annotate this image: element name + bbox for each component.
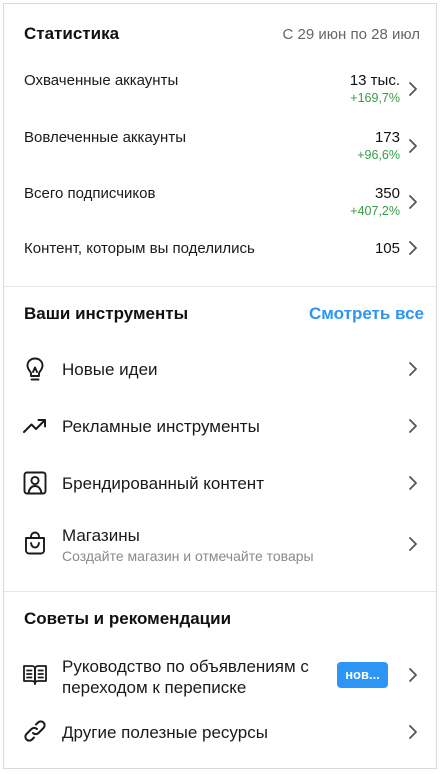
lightbulb-icon — [21, 355, 49, 383]
stat-value: 105 — [374, 240, 400, 257]
shopping-bag-icon — [21, 529, 49, 557]
stat-value: 13 тыс. — [349, 72, 400, 89]
tip-label-line2: переходом к переписке — [62, 678, 247, 697]
branded-content-icon — [21, 469, 49, 497]
chevron-right-icon — [404, 193, 422, 211]
tool-item-ad-tools[interactable]: Рекламные инструменты — [4, 404, 436, 448]
date-range: С 29 июн по 28 июл — [282, 26, 420, 43]
tip-item-other-resources[interactable]: Другие полезные ресурсы — [4, 710, 436, 754]
link-icon — [21, 717, 49, 745]
chevron-right-icon — [404, 535, 422, 553]
see-all-link[interactable]: Смотреть все — [309, 304, 424, 324]
stats-title: Статистика — [24, 24, 120, 43]
stat-row-reached-accounts[interactable]: Охваченные аккаунты 13 тыс. +169,7% — [4, 64, 436, 116]
tip-label-line1: Руководство по объявлениям с — [62, 657, 309, 676]
stat-label: Всего подписчиков — [24, 185, 156, 202]
stat-label: Вовлеченные аккаунты — [24, 129, 186, 146]
tool-sublabel: Создайте магазин и отмечайте товары — [62, 548, 314, 564]
new-badge: нов... — [337, 662, 388, 688]
chevron-right-icon — [404, 474, 422, 492]
stat-value: 173 — [374, 129, 400, 146]
stat-row-content-shared[interactable]: Контент, которым вы поделились 105 — [4, 232, 436, 272]
tool-item-new-ideas[interactable]: Новые идеи — [4, 347, 436, 391]
chevron-right-icon — [404, 723, 422, 741]
chevron-right-icon — [404, 417, 422, 435]
divider — [4, 591, 436, 592]
stat-delta: +169,7% — [350, 91, 400, 105]
tool-item-branded-content[interactable]: Брендированный контент — [4, 461, 436, 505]
chevron-right-icon — [404, 137, 422, 155]
tips-title: Советы и рекомендации — [24, 609, 232, 628]
stat-row-engaged-accounts[interactable]: Вовлеченные аккаунты 173 +96,6% — [4, 121, 436, 173]
stat-label: Охваченные аккаунты — [24, 72, 179, 89]
tip-item-ads-guide[interactable]: Руководство по объявлениям с переходом к… — [4, 648, 436, 700]
chevron-right-icon — [404, 666, 422, 684]
tools-title: Ваши инструменты — [24, 304, 189, 323]
chevron-right-icon — [404, 360, 422, 378]
stat-delta: +407,2% — [350, 204, 400, 218]
tool-label: Новые идеи — [62, 360, 158, 379]
trending-up-icon — [21, 412, 49, 440]
tool-label: Рекламные инструменты — [62, 417, 260, 436]
tool-label: Брендированный контент — [62, 474, 264, 493]
chevron-right-icon — [404, 80, 422, 98]
stat-value: 350 — [374, 185, 400, 202]
stat-label: Контент, которым вы поделились — [24, 240, 255, 257]
stat-row-total-followers[interactable]: Всего подписчиков 350 +407,2% — [4, 177, 436, 229]
tool-label: Другие полезные ресурсы — [62, 723, 268, 742]
stat-delta: +96,6% — [357, 148, 400, 162]
book-icon — [21, 660, 49, 688]
insights-panel: Статистика С 29 июн по 28 июл Охваченные… — [3, 3, 437, 769]
divider — [4, 286, 436, 287]
tool-label: Магазины — [62, 526, 140, 545]
chevron-right-icon — [404, 239, 422, 257]
tool-item-shops[interactable]: Магазины Создайте магазин и отмечайте то… — [4, 517, 436, 571]
